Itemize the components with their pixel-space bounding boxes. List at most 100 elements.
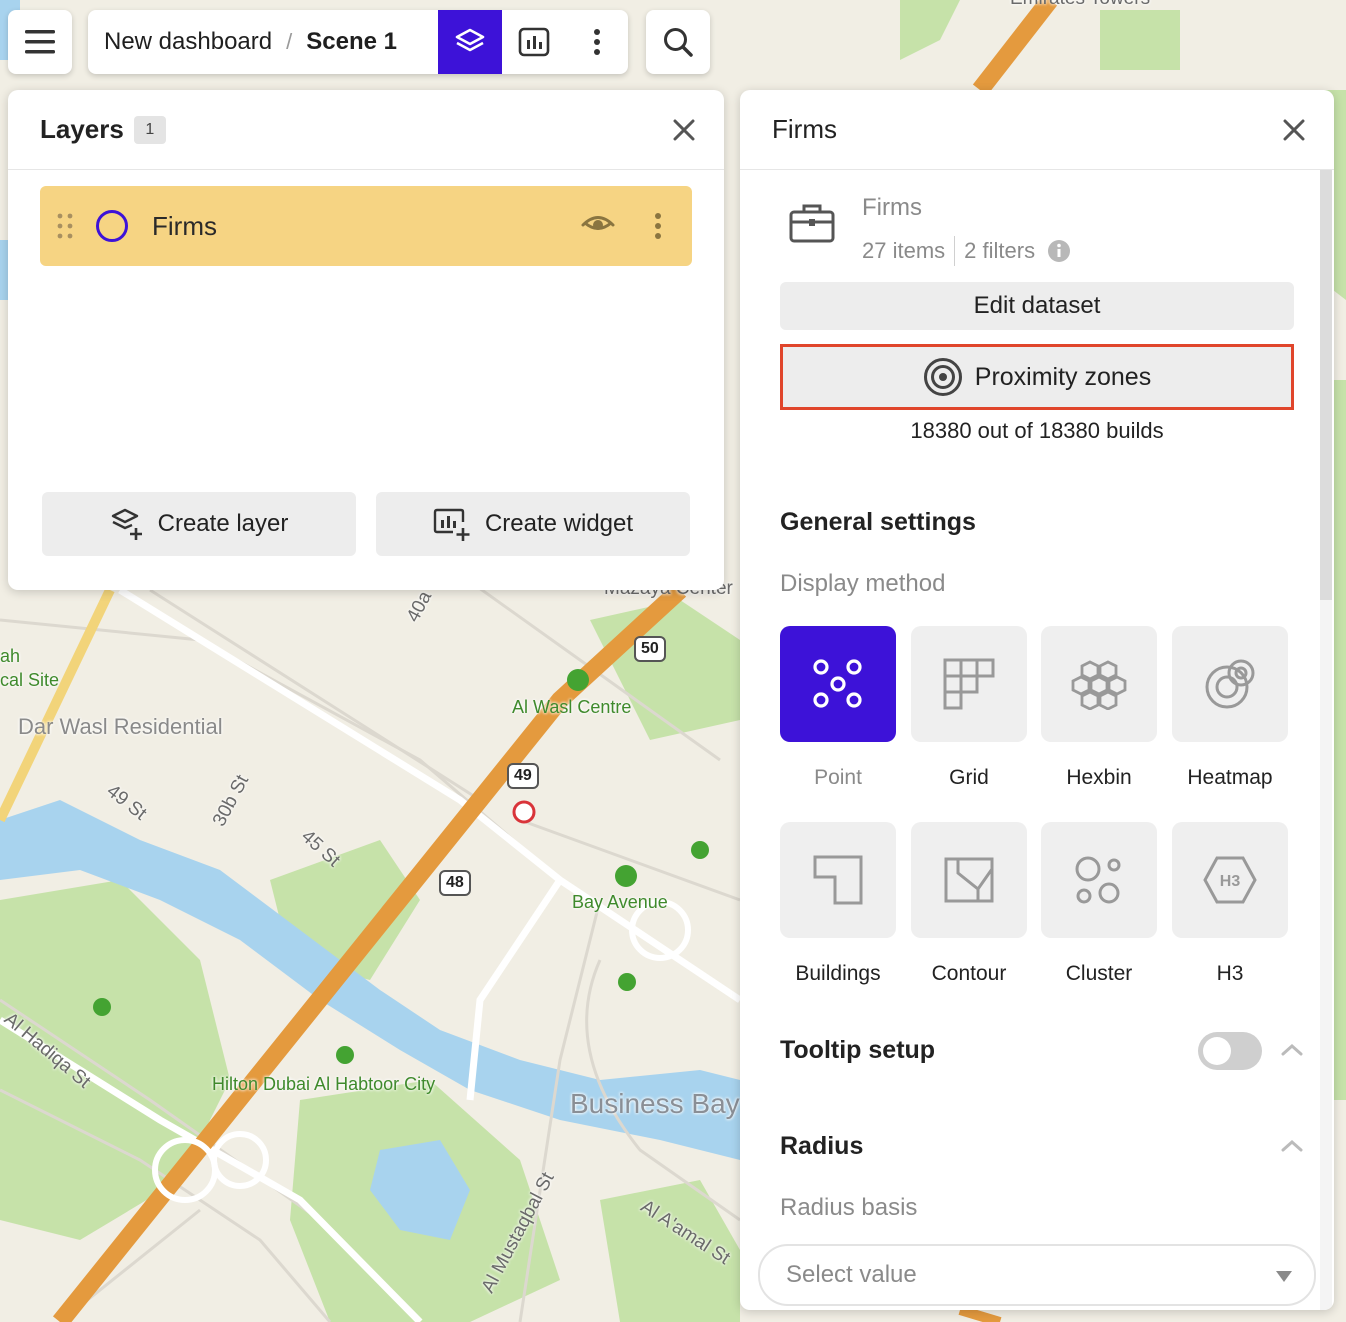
map-label-business-bay: Business Bay	[570, 1088, 740, 1119]
layers-panel-title: Layers	[40, 114, 124, 144]
method-cluster[interactable]: Cluster	[1041, 822, 1157, 986]
method-label: Buildings	[795, 962, 881, 985]
layer-color-ring-icon	[96, 210, 128, 242]
layers-tab-button[interactable]	[438, 10, 502, 74]
method-tile: H3	[1172, 822, 1288, 938]
chevron-down-icon	[1276, 1271, 1292, 1282]
method-tile	[780, 626, 896, 742]
settings-panel-title: Firms	[772, 114, 837, 144]
svg-text:H3: H3	[1220, 873, 1241, 890]
map-label-emirates-towers: Emirates Towers	[1010, 0, 1150, 10]
briefcase-icon	[789, 204, 835, 243]
highway-shield-48: 48	[439, 870, 471, 896]
create-widget-label: Create widget	[484, 510, 634, 537]
meta-divider	[954, 236, 956, 266]
breadcrumb-scene[interactable]: Scene 1	[306, 28, 397, 56]
settings-panel-header: Firms	[740, 90, 1334, 170]
close-icon[interactable]	[1280, 116, 1308, 144]
radius-basis-select[interactable]: Select value	[758, 1244, 1316, 1306]
add-widget-icon	[433, 508, 470, 541]
layers-count-badge: 1	[133, 115, 166, 144]
scrollbar-thumb[interactable]	[1320, 170, 1332, 600]
toggle-knob	[1203, 1037, 1231, 1065]
buildings-icon	[813, 855, 863, 905]
highway-shield-49: 49	[507, 763, 539, 789]
method-tile	[780, 822, 896, 938]
breadcrumb: New dashboard / Scene 1	[88, 10, 628, 74]
breadcrumb-separator: /	[286, 29, 293, 54]
map-label-al-wasl-centre: Al Wasl Centre	[512, 697, 632, 717]
method-label: Grid	[949, 766, 989, 789]
dashboard-tab-button[interactable]	[502, 10, 566, 74]
method-label: Heatmap	[1187, 766, 1273, 789]
method-label: Hexbin	[1066, 766, 1132, 789]
visibility-eye-icon[interactable]	[580, 212, 616, 238]
hamburger-icon	[25, 30, 55, 54]
radius-heading: Radius	[780, 1132, 864, 1160]
create-layer-button[interactable]: Create layer	[42, 492, 356, 556]
grid-icon	[943, 658, 995, 710]
map-label-ah: ah	[0, 646, 21, 666]
breadcrumb-dashboard[interactable]: New dashboard	[88, 28, 272, 56]
heatmap-icon	[1205, 659, 1255, 709]
method-label: Cluster	[1065, 962, 1133, 985]
layers-panel-header: Layers 1	[8, 90, 724, 170]
create-layer-label: Create layer	[157, 510, 289, 537]
add-layer-icon	[111, 508, 142, 540]
dataset-items-count: 27 items	[862, 238, 946, 263]
method-tile	[911, 822, 1027, 938]
tooltip-setup-heading: Tooltip setup	[780, 1036, 936, 1064]
method-hexbin[interactable]: Hexbin	[1041, 626, 1157, 790]
display-method-label: Display method	[780, 570, 946, 597]
more-vertical-icon	[594, 29, 600, 55]
more-options-button[interactable]	[566, 10, 628, 74]
method-point[interactable]: Point	[780, 626, 896, 790]
dataset-filters-count[interactable]: 2 filters	[964, 238, 1035, 264]
layers-icon	[455, 28, 485, 52]
proximity-zones-button[interactable]: Proximity zones	[780, 344, 1294, 410]
select-placeholder: Select value	[786, 1261, 917, 1288]
method-grid[interactable]: Grid	[911, 626, 1027, 790]
layer-item-firms[interactable]: Firms	[40, 186, 692, 266]
chevron-up-icon[interactable]	[1280, 1134, 1304, 1158]
method-h3[interactable]: H3 H3	[1172, 822, 1288, 986]
create-widget-button[interactable]: Create widget	[376, 492, 690, 556]
method-tile	[1172, 626, 1288, 742]
target-icon	[923, 358, 962, 396]
layer-name: Firms	[152, 210, 217, 241]
tooltip-toggle[interactable]	[1198, 1032, 1262, 1070]
radius-basis-label: Radius basis	[780, 1194, 918, 1221]
layer-more-icon[interactable]	[654, 212, 662, 240]
cluster-icon	[1075, 856, 1121, 904]
hexbin-icon	[1071, 660, 1127, 710]
map-label-bay-avenue: Bay Avenue	[572, 892, 668, 912]
h3-icon: H3	[1203, 856, 1257, 904]
method-buildings[interactable]: Buildings	[780, 822, 896, 986]
point-icon	[813, 659, 862, 708]
search-button[interactable]	[646, 10, 710, 74]
method-tile	[1041, 626, 1157, 742]
map-label-hilton: Hilton Dubai Al Habtoor City	[212, 1074, 436, 1094]
menu-button[interactable]	[8, 10, 72, 74]
close-icon[interactable]	[670, 116, 698, 144]
method-heatmap[interactable]: Heatmap	[1172, 626, 1288, 790]
info-icon[interactable]	[1047, 239, 1071, 263]
dataset-meta: 27 items 2 filters	[862, 236, 1071, 266]
proximity-zones-label: Proximity zones	[974, 362, 1152, 391]
search-icon	[664, 28, 693, 57]
method-tile	[911, 626, 1027, 742]
method-contour[interactable]: Contour	[911, 822, 1027, 986]
edit-dataset-button[interactable]: Edit dataset	[780, 282, 1294, 330]
method-label: Point	[814, 766, 862, 789]
map-label-dar-wasl: Dar Wasl Residential	[18, 714, 223, 739]
chevron-up-icon[interactable]	[1280, 1038, 1304, 1062]
dataset-name: Firms	[862, 194, 922, 221]
contour-icon	[944, 857, 994, 903]
layers-panel: Layers 1 Firms Create layer Create widge…	[8, 90, 724, 590]
layer-settings-panel: Firms Firms 27 items 2 filters Edit data…	[740, 90, 1334, 1310]
builds-count: 18380 out of 18380 builds	[910, 418, 1164, 443]
drag-handle-icon[interactable]	[54, 211, 76, 241]
method-label: Contour	[931, 962, 1007, 985]
dashboard-chart-icon	[518, 27, 550, 57]
general-settings-heading: General settings	[780, 508, 976, 536]
